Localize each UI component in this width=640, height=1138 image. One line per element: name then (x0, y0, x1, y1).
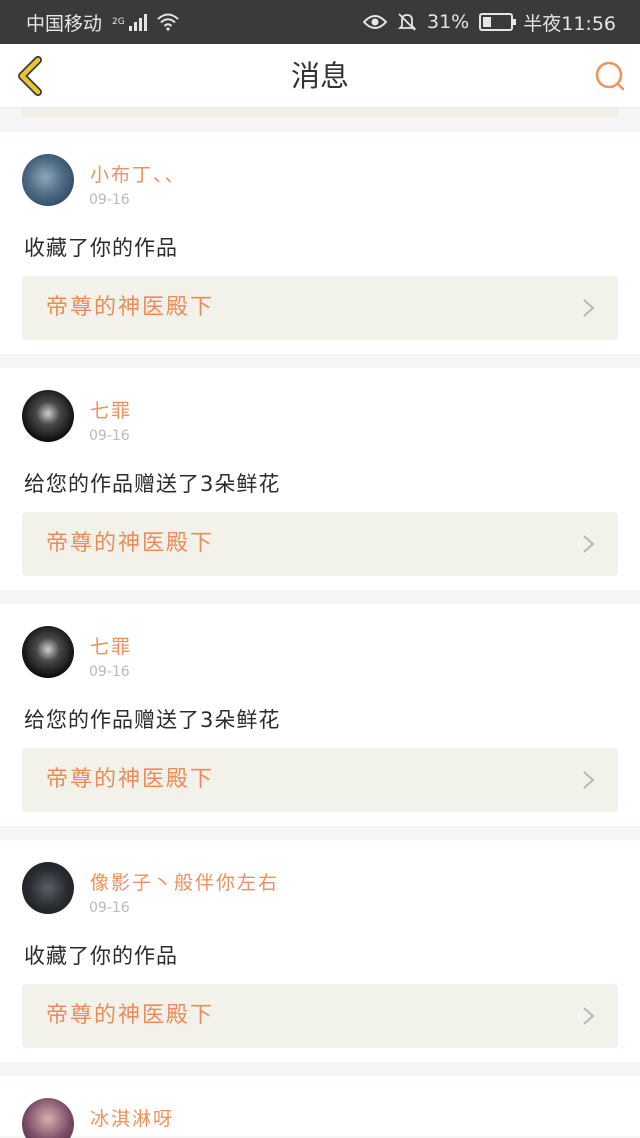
message-action: 给您的作品赠送了3朵鲜花 (24, 708, 281, 732)
avatar[interactable] (22, 862, 74, 914)
battery-icon (479, 13, 517, 31)
avatar[interactable] (22, 390, 74, 442)
previous-work-box-edge (22, 108, 618, 118)
message-date: 09-16 (89, 192, 130, 208)
chevron-right-icon (583, 535, 595, 553)
message-action: 收藏了你的作品 (24, 944, 178, 968)
avatar[interactable] (22, 626, 74, 678)
message-date: 09-16 (89, 664, 130, 680)
carrier-label: 中国移动 (26, 12, 103, 35)
user-name[interactable]: 像影子丶般伴你左右 (90, 868, 279, 895)
work-title: 帝尊的神医殿下 (46, 531, 215, 556)
nav-bar: 消息 (0, 44, 640, 108)
user-name[interactable]: 七罪 (90, 396, 132, 423)
user-name[interactable]: 冰淇淋呀 (90, 1104, 174, 1131)
eye-icon (363, 15, 387, 29)
chevron-right-icon (583, 1007, 595, 1025)
work-title: 帝尊的神医殿下 (46, 295, 215, 320)
message-date: 09-16 (89, 900, 130, 916)
user-name[interactable]: 小布丁、、 (90, 160, 186, 187)
clock: 半夜11:56 (523, 12, 616, 35)
message-date: 09-16 (89, 428, 130, 444)
status-bar: 中国移动 2G 31% 半夜11:56 (0, 0, 640, 44)
search-button[interactable] (592, 58, 628, 94)
work-link[interactable]: 帝尊的神医殿下 (22, 984, 618, 1048)
user-name[interactable]: 七罪 (90, 632, 132, 659)
work-link[interactable]: 帝尊的神医殿下 (22, 276, 618, 340)
message-card: 像影子丶般伴你左右 09-16 收藏了你的作品 帝尊的神医殿下 (0, 840, 640, 1062)
message-list: 小布丁、、 09-16 收藏了你的作品 帝尊的神医殿下 七罪 09-16 给您的作品赠送… (0, 132, 640, 1138)
chevron-right-icon (583, 299, 595, 317)
battery-fill (483, 17, 492, 27)
page-title: 消息 (290, 59, 349, 93)
work-link[interactable]: 帝尊的神医殿下 (22, 748, 618, 812)
battery-percent: 31% (427, 11, 470, 33)
work-link[interactable]: 帝尊的神医殿下 (22, 512, 618, 576)
message-card: 小布丁、、 09-16 收藏了你的作品 帝尊的神医殿下 (0, 132, 640, 354)
message-card: 冰淇淋呀 (0, 1076, 640, 1138)
avatar[interactable] (22, 1098, 74, 1138)
avatar[interactable] (22, 154, 74, 206)
message-action: 收藏了你的作品 (24, 236, 178, 260)
status-left: 中国移动 2G (26, 9, 179, 36)
status-right: 31% 半夜11:56 (363, 9, 616, 36)
network-type: 2G (112, 16, 125, 27)
work-title: 帝尊的神医殿下 (46, 767, 215, 792)
work-title: 帝尊的神医殿下 (46, 1003, 215, 1028)
message-action: 给您的作品赠送了3朵鲜花 (24, 472, 281, 496)
message-card: 七罪 09-16 给您的作品赠送了3朵鲜花 帝尊的神医殿下 (0, 368, 640, 590)
mute-bell-icon (397, 13, 417, 31)
search-icon (595, 61, 625, 91)
signal-icon (128, 13, 147, 31)
wifi-icon (157, 13, 179, 31)
message-card: 七罪 09-16 给您的作品赠送了3朵鲜花 帝尊的神医殿下 (0, 604, 640, 826)
chevron-right-icon (583, 771, 595, 789)
